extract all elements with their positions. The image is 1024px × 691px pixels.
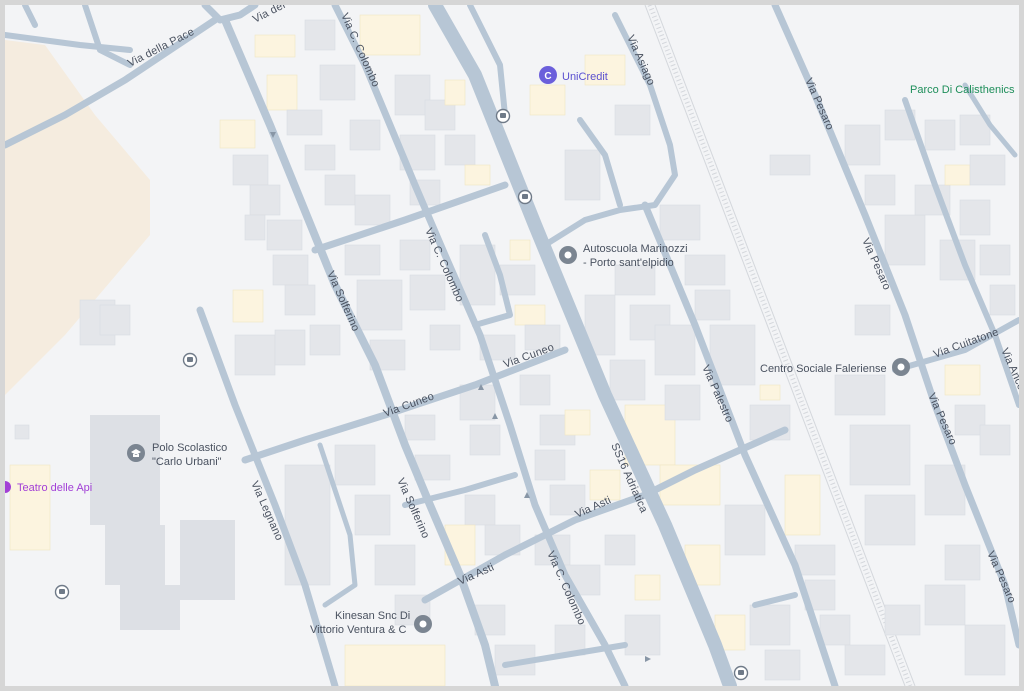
poi-label-teatro: Teatro delle Api — [17, 482, 92, 494]
poi-label-polo-2: "Carlo Urbani" — [152, 456, 222, 468]
place-pin-icon — [892, 358, 910, 376]
street-label-via-pesaro-lower: Via Pesaro — [925, 391, 959, 447]
bus-stop-icon[interactable] — [517, 189, 533, 205]
poi-teatro[interactable]: Teatro delle Api — [5, 481, 92, 494]
map-frame: Via della Pace Via del Via C. Colombo Vi… — [0, 0, 1024, 691]
street-label-via-pesaro-bottom: Via Pesaro — [984, 549, 1018, 605]
buildings — [9, 14, 1016, 686]
street-label-via-cuitatone: Via Cuitatone — [932, 326, 1000, 361]
street-label-via-asiago: Via Asiago — [624, 33, 657, 87]
place-pin-icon — [559, 246, 577, 264]
place-pin-icon — [414, 615, 432, 633]
poi-label-centro-sociale: Centro Sociale Faleriense — [760, 363, 887, 375]
svg-text:C: C — [544, 71, 551, 82]
poi-centro-sociale[interactable]: Centro Sociale Faleriense — [760, 358, 910, 376]
poi-label-kinesan-2: Vittorio Ventura & C — [310, 624, 406, 636]
poi-label-parco: Parco Di Calisthenics — [910, 84, 1015, 96]
poi-label-unicredit: UniCredit — [562, 71, 608, 83]
bus-stop-icon[interactable] — [54, 584, 70, 600]
street-label-via-solferino-top: Via Solferino — [324, 269, 361, 333]
bank-icon: C — [539, 66, 557, 84]
school-icon — [127, 444, 145, 462]
bus-stop-icon[interactable] — [495, 108, 511, 124]
street-label-via-pesaro-top: Via Pesaro — [802, 76, 836, 132]
poi-label-autoscuola-2: - Porto sant'elpidio — [583, 257, 674, 269]
poi-label-polo-1: Polo Scolastico — [152, 442, 227, 454]
poi-label-autoscuola-1: Autoscuola Marinozzi — [583, 243, 688, 255]
street-label-via-ancona: Via Anco — [998, 346, 1019, 392]
park-area — [5, 40, 150, 395]
bus-stop-icon[interactable] — [182, 352, 198, 368]
map-canvas[interactable]: Via della Pace Via del Via C. Colombo Vi… — [5, 5, 1019, 686]
bus-stop-icon[interactable] — [733, 665, 749, 681]
street-label-via-della-pace: Via della Pace — [126, 26, 196, 70]
poi-label-kinesan-1: Kinesan Snc Di — [335, 610, 410, 622]
poi-parco[interactable]: Parco Di Calisthenics — [910, 84, 1015, 96]
